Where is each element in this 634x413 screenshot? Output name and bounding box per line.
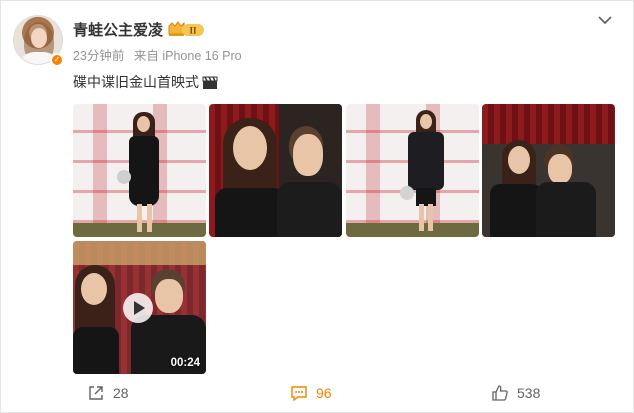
post-meta: 23分钟前 来自 iPhone 16 Pro [73, 45, 248, 64]
woman-leg [147, 204, 152, 232]
share-button[interactable]: 28 [87, 384, 129, 402]
play-icon[interactable] [123, 293, 153, 323]
caption-text: 碟中谍旧金山首映式 [73, 74, 199, 90]
action-bar: 28 96 538 [73, 384, 615, 406]
share-count: 28 [113, 385, 129, 401]
ceiling-light [73, 241, 206, 265]
man-shirt [277, 182, 342, 237]
woman-dress [490, 184, 542, 237]
post-source: 来自 iPhone 16 Pro [133, 49, 242, 63]
video-thumbnail[interactable]: 00:24 [73, 241, 206, 374]
post-caption: 碟中谍旧金山首映式 [73, 72, 218, 92]
blazer [408, 132, 444, 190]
media-thumbnail[interactable] [209, 104, 342, 237]
woman-face [81, 273, 107, 305]
comment-count: 96 [316, 385, 332, 401]
woman-leg [428, 204, 433, 231]
vip-level-label: II [189, 26, 197, 36]
post-time[interactable]: 23分钟前 [73, 49, 124, 63]
woman-face [420, 114, 432, 129]
comment-icon [291, 386, 307, 402]
woman-dress [73, 327, 119, 374]
woman-dress [215, 188, 285, 237]
video-duration: 00:24 [170, 357, 200, 369]
man-face [293, 134, 323, 176]
share-icon [89, 386, 103, 400]
carpet [346, 223, 479, 237]
author-name[interactable]: 青蛙公主爱凌 [73, 19, 163, 40]
weibo-post-card: ✓ 青蛙公主爱凌 II 23分钟前 来自 iPhone 16 Pro 碟中谍旧金… [0, 0, 634, 413]
media-thumbnail[interactable] [73, 104, 206, 237]
man-shirt [536, 182, 596, 237]
woman-face [137, 116, 150, 132]
man-face [548, 154, 572, 184]
thumbs-up-icon [492, 385, 508, 401]
handbag [400, 186, 414, 200]
chevron-down-icon[interactable] [597, 13, 613, 27]
woman-face [508, 146, 530, 174]
comment-button[interactable]: 96 [290, 384, 332, 402]
avatar-face [31, 28, 47, 48]
man-face [155, 279, 183, 313]
media-thumbnail[interactable] [346, 104, 479, 237]
verified-badge-icon: ✓ [50, 53, 64, 67]
woman-leg [137, 204, 142, 232]
like-count: 538 [517, 385, 541, 401]
black-dress [129, 136, 159, 206]
media-thumbnail[interactable] [482, 104, 615, 237]
clapperboard-icon [202, 76, 218, 89]
handbag [117, 170, 131, 184]
woman-leg [419, 204, 424, 231]
like-button[interactable]: 538 [491, 384, 540, 402]
vip-crown-badge-icon[interactable]: II [167, 21, 205, 38]
woman-face [233, 126, 267, 170]
